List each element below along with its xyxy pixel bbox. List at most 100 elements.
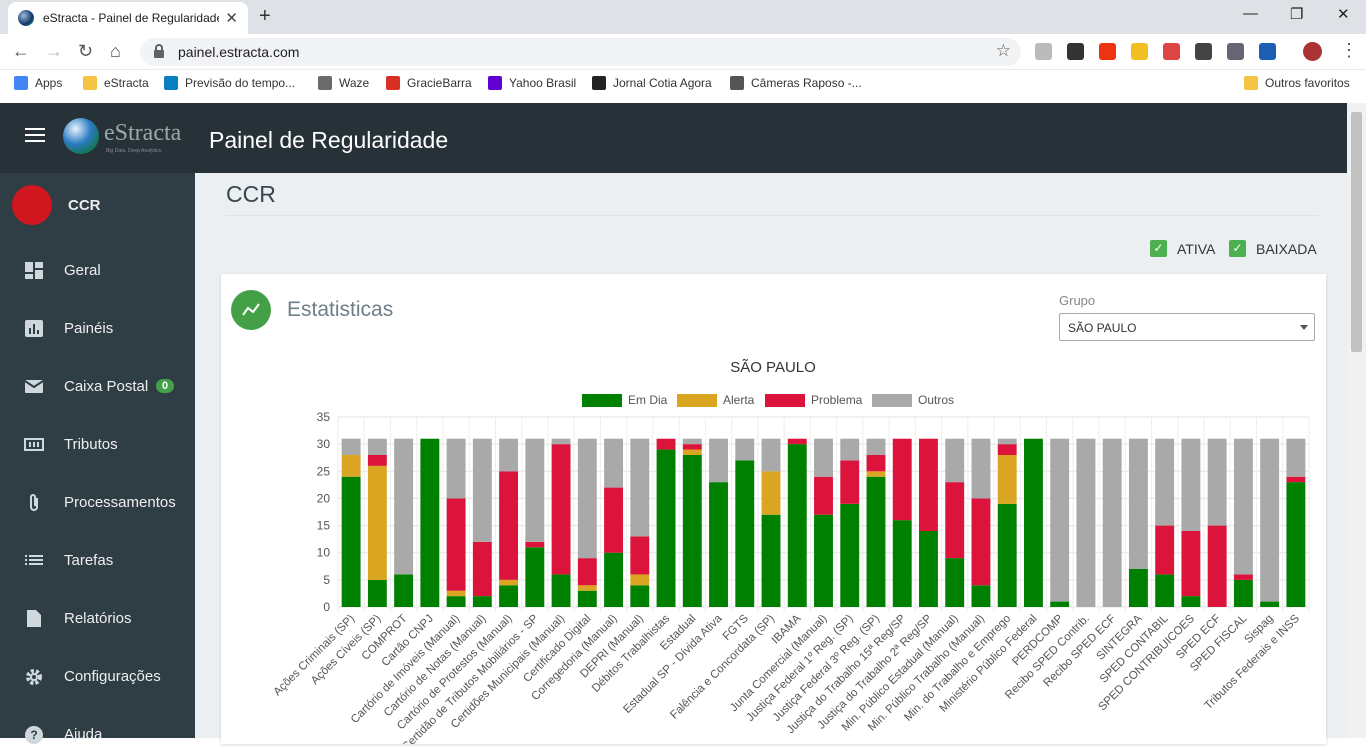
bookmark-item[interactable]: GracieBarra xyxy=(386,76,472,90)
maximize-icon[interactable]: ❐ xyxy=(1290,5,1303,23)
statistics-card: Estatisticas Grupo SÃO PAULO SÃO PAULO Em… xyxy=(221,274,1326,744)
home-icon[interactable]: ⌂ xyxy=(110,41,121,62)
browser-tab-bar: eStracta - Painel de Regularidade ✕ + — … xyxy=(0,0,1366,34)
sidebar-item-geral[interactable]: Geral xyxy=(0,250,195,290)
svg-text:?: ? xyxy=(30,728,37,742)
bar-segment xyxy=(367,579,387,607)
bar-segment xyxy=(341,455,361,477)
close-window-icon[interactable]: ✕ xyxy=(1337,5,1350,23)
bar-chart-icon xyxy=(24,319,44,337)
sidebar-item-pain-is[interactable]: Painéis xyxy=(0,308,195,348)
sidebar-item-tarefas[interactable]: Tarefas xyxy=(0,540,195,580)
extension-icon[interactable] xyxy=(1259,43,1276,60)
bar-segment xyxy=(735,460,755,607)
bar-segment xyxy=(735,438,755,461)
app-title: Painel de Regularidade xyxy=(209,127,449,153)
sidebar-item-processamentos[interactable]: Processamentos xyxy=(0,482,195,522)
sidebar-item-caixa-postal[interactable]: Caixa Postal 0 xyxy=(0,366,195,406)
reload-icon[interactable]: ↻ xyxy=(78,41,93,62)
bookmark-item[interactable]: Previsão do tempo... xyxy=(164,76,295,90)
extension-icon[interactable] xyxy=(1131,43,1148,60)
extension-icon[interactable] xyxy=(1195,43,1212,60)
y-tick-label: 25 xyxy=(317,464,331,478)
bar-segment xyxy=(367,465,387,580)
sidebar-item-ajuda[interactable]: ? Ajuda xyxy=(0,714,195,754)
brave-shield-icon[interactable] xyxy=(1099,43,1116,60)
bar-segment xyxy=(682,444,702,450)
forward-icon[interactable]: → xyxy=(45,41,63,62)
y-tick-label: 15 xyxy=(317,519,331,533)
bar-segment xyxy=(525,541,545,548)
extension-icon[interactable] xyxy=(1035,43,1052,60)
filter-ativa[interactable]: ✓ ATIVA xyxy=(1150,240,1215,257)
legend-swatch xyxy=(677,394,717,407)
other-bookmarks[interactable]: Outros favoritos xyxy=(1244,76,1350,90)
sidebar-item-relat-rios[interactable]: Relatórios xyxy=(0,598,195,638)
bar-segment xyxy=(577,438,597,559)
bookmark-item[interactable]: Câmeras Raposo -... xyxy=(730,76,862,90)
list-icon xyxy=(24,551,44,569)
bar-segment xyxy=(1233,438,1253,575)
y-tick-label: 30 xyxy=(317,437,331,451)
bar-segment xyxy=(630,438,650,537)
extension-icon[interactable] xyxy=(1067,43,1084,60)
bookmark-item[interactable]: Yahoo Brasil xyxy=(488,76,576,90)
address-toolbar: ← → ↻ ⌂ painel.estracta.com ☆ ⋮ xyxy=(0,34,1366,70)
back-icon[interactable]: ← xyxy=(12,41,30,62)
bookmark-item[interactable]: Jornal Cotia Agora xyxy=(592,76,712,90)
bar-segment xyxy=(1155,438,1175,526)
bar-segment xyxy=(1128,438,1148,569)
menu-dots-icon[interactable]: ⋮ xyxy=(1340,40,1358,61)
ccr-logo-icon xyxy=(12,185,52,225)
sidebar-item-tributos[interactable]: Tributos xyxy=(0,424,195,464)
bar-segment xyxy=(394,574,414,607)
bookmark-icon xyxy=(730,76,744,90)
bookmark-item[interactable]: eStracta xyxy=(83,76,149,90)
bar-segment xyxy=(656,449,676,607)
browser-tab[interactable]: eStracta - Painel de Regularidade ✕ xyxy=(8,2,248,34)
bar-segment xyxy=(892,520,912,607)
legend-label: Outros xyxy=(918,393,954,407)
scrollbar-thumb[interactable] xyxy=(1351,112,1362,352)
bar-segment xyxy=(577,590,597,607)
profile-avatar[interactable] xyxy=(1303,42,1322,61)
dashboard-icon xyxy=(24,261,44,279)
bar-segment xyxy=(814,514,833,607)
logo-tagline: Big Data. Deep Analytics. xyxy=(106,148,163,154)
sidebar-item-configura-es[interactable]: Configurações xyxy=(0,656,195,696)
bookmark-item[interactable]: Waze xyxy=(318,76,369,90)
legend-swatch xyxy=(765,394,805,407)
bar-segment xyxy=(840,503,860,607)
y-tick-label: 35 xyxy=(317,410,331,424)
bar-segment xyxy=(472,596,492,607)
page-scrollbar[interactable] xyxy=(1347,103,1366,738)
filter-baixada[interactable]: ✓ BAIXADA xyxy=(1229,240,1317,257)
bar-segment xyxy=(656,438,676,450)
bookmark-star-icon[interactable]: ☆ xyxy=(996,41,1011,61)
pdf-icon[interactable] xyxy=(1163,43,1180,60)
folder-icon xyxy=(1244,76,1258,90)
org-name[interactable]: CCR xyxy=(68,197,101,214)
mail-icon xyxy=(24,377,44,395)
help-icon: ? xyxy=(24,725,44,744)
bar-segment xyxy=(919,438,938,531)
checkbox-checked-icon[interactable]: ✓ xyxy=(1229,240,1246,257)
extension-icon[interactable] xyxy=(1227,43,1244,60)
divider xyxy=(226,215,1318,216)
checkbox-checked-icon[interactable]: ✓ xyxy=(1150,240,1167,257)
new-tab-icon[interactable]: + xyxy=(259,5,271,28)
close-tab-icon[interactable]: ✕ xyxy=(225,9,238,27)
bookmark-icon xyxy=(14,76,28,90)
chart-title: SÃO PAULO xyxy=(730,359,816,376)
url-bar[interactable]: painel.estracta.com ☆ xyxy=(140,38,1021,66)
bar-segment xyxy=(1155,574,1175,607)
bar-segment xyxy=(341,438,361,455)
minimize-icon[interactable]: — xyxy=(1243,5,1258,22)
bar-segment xyxy=(630,574,650,586)
bookmark-item[interactable]: Apps xyxy=(14,76,62,90)
bar-segment xyxy=(814,476,833,515)
bar-segment xyxy=(367,438,387,455)
hamburger-menu-icon[interactable] xyxy=(25,128,45,142)
bar-segment xyxy=(787,438,807,445)
legend-swatch xyxy=(872,394,912,407)
